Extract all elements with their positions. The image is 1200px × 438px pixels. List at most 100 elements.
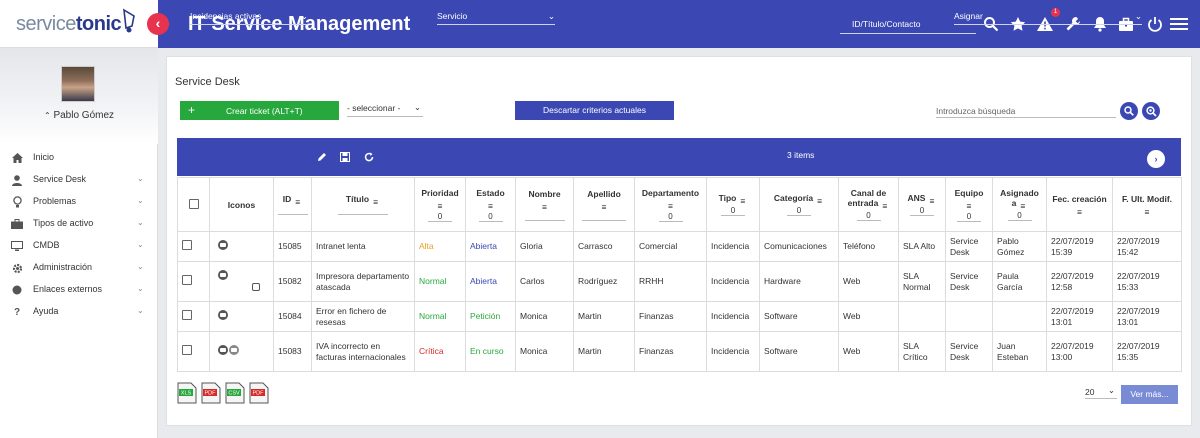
col-id[interactable]: ID ≡ — [273, 177, 312, 232]
edit-icon[interactable] — [315, 150, 329, 164]
refresh-icon[interactable] — [362, 150, 376, 164]
cell-categoria: Comunicaciones — [759, 231, 839, 262]
cell-departamento: Finanzas — [634, 301, 707, 332]
comment-icon[interactable] — [218, 240, 228, 250]
export-pdf-icon[interactable]: PDF — [201, 382, 221, 404]
home-icon — [11, 152, 23, 164]
discard-criteria-button[interactable]: Descartar criterios actuales — [515, 101, 674, 120]
chevron-down-icon: ⌄ — [137, 262, 144, 271]
col-categoria[interactable]: Categoría ≡ 0 — [759, 177, 839, 232]
col-fec-modif[interactable]: F. Ult. Modif. ≡ — [1112, 177, 1182, 232]
link-icon[interactable] — [229, 345, 239, 355]
advanced-search-button[interactable] — [1142, 102, 1160, 120]
export-csv-icon[interactable]: CSV — [225, 382, 245, 404]
sidebar-item-administracion[interactable]: Administración ⌄ — [0, 258, 158, 278]
sidebar-item-tipos-de-activo[interactable]: Tipos de activo ⌄ — [0, 214, 158, 234]
col-prioridad[interactable]: Prioridad ≡ 0 — [414, 177, 466, 232]
sidebar-item-label: Service Desk — [33, 174, 87, 184]
cell-modif: 22/07/2019 15:35 — [1112, 331, 1182, 372]
cell-prioridad: Crítica — [414, 331, 466, 372]
cell-ans: SLA Normal — [898, 261, 946, 302]
col-equipo[interactable]: Equipo ≡ 0 — [945, 177, 993, 232]
page-size-select[interactable]: 20 ⌄ — [1085, 385, 1117, 399]
gear-icon — [11, 262, 23, 274]
sort-icon[interactable]: ≡ — [1018, 201, 1027, 211]
sort-icon[interactable]: ≡ — [371, 197, 380, 207]
row-checkbox[interactable] — [177, 331, 210, 372]
table-row[interactable]: 15082 Impresora departamento atascada Norm… — [177, 261, 1182, 302]
sidebar-item-enlaces-externos[interactable]: Enlaces externos ⌄ — [0, 280, 158, 300]
power-icon[interactable] — [1144, 12, 1166, 36]
table-row[interactable]: 15084 Error en fichero de resesas Normal Pe… — [177, 301, 1182, 332]
cell-apellido: Carrasco — [573, 231, 635, 262]
table-row[interactable]: 15085 Intranet lenta Alta Abierta Gloria Carr… — [177, 231, 1182, 262]
create-ticket-button[interactable]: + Crear ticket (ALT+T) — [180, 101, 339, 120]
comment-icon[interactable] — [218, 269, 228, 280]
row-checkbox[interactable] — [177, 301, 210, 332]
row-checkbox[interactable] — [177, 261, 210, 302]
collapse-sidebar-button[interactable]: ‹ — [147, 13, 169, 35]
sort-icon[interactable]: ≡ — [815, 196, 824, 206]
user-name[interactable]: ⌃ Pablo Gómez — [0, 110, 158, 121]
col-iconos: Iconos — [209, 177, 274, 232]
cell-ans: SLA Alto — [898, 231, 946, 262]
sidebar-item-ayuda[interactable]: ? Ayuda ⌄ — [0, 302, 158, 322]
col-canal[interactable]: Canal de entrada ≡ 0 — [838, 177, 899, 232]
sort-icon[interactable]: ≡ — [927, 196, 936, 206]
cell-canal: Web — [838, 331, 899, 372]
circle-icon — [11, 284, 23, 296]
cell-nombre: Carlos — [515, 261, 574, 302]
menu-icon[interactable] — [1168, 12, 1190, 36]
export-xls-icon[interactable]: XLS — [177, 382, 197, 404]
question-icon: ? — [13, 306, 21, 318]
col-fec-creacion[interactable]: Fec. creación ≡ — [1046, 177, 1113, 232]
avatar[interactable] — [61, 66, 95, 102]
search-button[interactable] — [1120, 102, 1138, 120]
export-pdf-icon[interactable]: PDF — [249, 382, 269, 404]
view-select[interactable]: Incidencias activas ⌄ — [190, 11, 308, 25]
cell-id: 15084 — [273, 301, 312, 332]
sidebar-item-service-desk[interactable]: Service Desk ⌄ — [0, 170, 158, 190]
col-asignado[interactable]: Asignado a ≡ 0 — [992, 177, 1047, 232]
col-titulo[interactable]: Título ≡ — [311, 177, 415, 232]
row-checkbox[interactable] — [177, 231, 210, 262]
chevron-down-icon: ⌄ — [137, 240, 144, 249]
select-all-checkbox[interactable] — [177, 177, 210, 232]
row-icons — [209, 301, 274, 332]
sidebar-item-label: Enlaces externos — [33, 284, 103, 294]
sort-icon[interactable]: ≡ — [880, 201, 889, 211]
sidebar-item-problemas[interactable]: Problemas ⌄ — [0, 192, 158, 212]
ticket-type-select[interactable]: - seleccionar - ⌄ — [347, 102, 423, 117]
table-row[interactable]: 15083 IVA incorrecto en facturas internac… — [177, 331, 1182, 372]
sidebar-item-cmdb[interactable]: CMDB ⌄ — [0, 236, 158, 256]
sort-icon[interactable]: ≡ — [293, 197, 302, 207]
cell-equipo: Service Desk — [945, 261, 993, 302]
sidebar-item-label: CMDB — [33, 240, 60, 250]
sidebar-item-label: Ayuda — [33, 306, 59, 316]
export-label: XLS — [181, 391, 192, 397]
comment-icon[interactable] — [218, 345, 228, 355]
col-tipo[interactable]: Tipo ≡ 0 — [706, 177, 760, 232]
service-select[interactable]: Servicio ⌄ — [437, 11, 555, 25]
sort-icon[interactable]: ≡ — [738, 196, 747, 206]
col-ans[interactable]: ANS ≡ 0 — [898, 177, 946, 232]
col-estado[interactable]: Estado ≡ 0 — [465, 177, 516, 232]
attachment-icon[interactable] — [252, 282, 260, 291]
sidebar-item-inicio[interactable]: Inicio — [0, 148, 158, 168]
plus-icon: + — [188, 103, 196, 117]
cell-estado: Abierta — [465, 231, 516, 262]
cell-equipo: Service Desk — [945, 331, 993, 372]
search-input[interactable] — [936, 104, 1116, 118]
cell-equipo — [945, 301, 993, 332]
col-departamento[interactable]: Departamento ≡ 0 — [634, 177, 707, 232]
comment-icon[interactable] — [218, 310, 228, 320]
show-more-button[interactable]: Ver más... — [1121, 385, 1178, 404]
save-icon[interactable] — [338, 150, 352, 164]
next-page-button[interactable]: › — [1147, 150, 1165, 168]
assign-select[interactable]: Asignar ⌄ — [954, 11, 1142, 25]
col-nombre[interactable]: Nombre ≡ — [515, 177, 574, 232]
cell-apellido: Rodríguez — [573, 261, 635, 302]
cell-asignado: Juan Esteban — [992, 331, 1047, 372]
logo-bulb-icon — [123, 8, 135, 33]
col-apellido[interactable]: Apellido ≡ — [573, 177, 635, 232]
